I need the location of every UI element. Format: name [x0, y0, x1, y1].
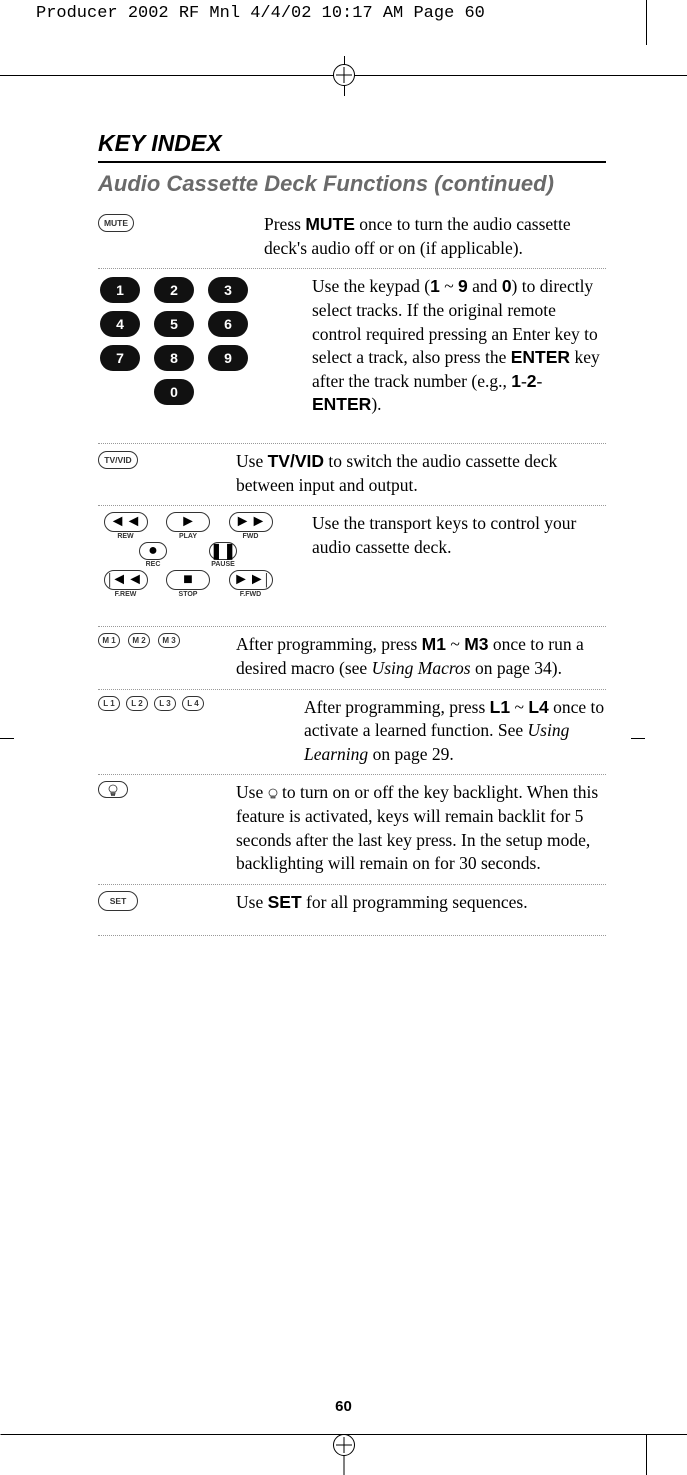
- section-title: KEY INDEX: [98, 130, 606, 157]
- registration-mark-icon: [333, 64, 355, 86]
- keypad-icon: 1 2 3 4 5 6 7 8 9 0: [98, 275, 288, 407]
- crop-mark-header: Producer 2002 RF Mnl 4/4/02 10:17 AM Pag…: [36, 4, 485, 23]
- key-7: 7: [100, 345, 140, 371]
- row-mute: MUTE Press MUTE once to turn the audio c…: [98, 207, 606, 269]
- rew-icon: ◄◄: [104, 512, 148, 532]
- crop-mark: [646, 1435, 647, 1475]
- key-6: 6: [208, 311, 248, 337]
- tvvid-button-icon: TV/VID: [98, 451, 138, 469]
- l2-button-icon: L 2: [126, 696, 148, 711]
- tvvid-description: Use TV/VID to switch the audio cassette …: [228, 450, 606, 497]
- m3-button-icon: M 3: [158, 633, 180, 648]
- set-button-icon: SET: [98, 891, 138, 911]
- row-set: SET Use SET for all programming sequence…: [98, 885, 606, 936]
- m1-button-icon: M 1: [98, 633, 120, 648]
- registration-mark-icon: [333, 1434, 355, 1456]
- key-4: 4: [100, 311, 140, 337]
- learn-description: After programming, press L1 ~ L4 once to…: [268, 696, 606, 767]
- light-button-icon: [98, 781, 128, 798]
- fwd-icon: ►►: [229, 512, 273, 532]
- crop-mark: [631, 738, 645, 739]
- rule: [98, 161, 606, 163]
- subsection-title: Audio Cassette Deck Functions (continued…: [98, 171, 606, 197]
- row-learn: L 1 L 2 L 3 L 4 After programming, press…: [98, 690, 606, 776]
- row-tvvid: TV/VID Use TV/VID to switch the audio ca…: [98, 444, 606, 506]
- key-9: 9: [208, 345, 248, 371]
- key-5: 5: [154, 311, 194, 337]
- macros-description: After programming, press M1 ~ M3 once to…: [228, 633, 606, 680]
- row-keypad: 1 2 3 4 5 6 7 8 9 0 Use the keypad (1 ~ …: [98, 269, 606, 444]
- crop-mark: [646, 0, 647, 45]
- key-8: 8: [154, 345, 194, 371]
- key-2: 2: [154, 277, 194, 303]
- row-transport: ◄◄REW ►PLAY ►►FWD ●REC ❚❚PAUSE |◄◄F.REW …: [98, 506, 606, 627]
- l4-button-icon: L 4: [182, 696, 204, 711]
- light-description: Use to turn on or off the key backlight.…: [228, 781, 606, 876]
- stop-icon: ■: [166, 570, 210, 590]
- frew-icon: |◄◄: [104, 570, 148, 590]
- key-1: 1: [100, 277, 140, 303]
- l1-button-icon: L 1: [98, 696, 120, 711]
- transport-keys-icon: ◄◄REW ►PLAY ►►FWD ●REC ❚❚PAUSE |◄◄F.REW …: [98, 512, 278, 598]
- ffwd-icon: ►►|: [229, 570, 273, 590]
- m2-button-icon: M 2: [128, 633, 150, 648]
- rec-icon: ●: [139, 542, 167, 560]
- crop-mark: [0, 738, 14, 739]
- mute-description: Press MUTE once to turn the audio casset…: [256, 213, 606, 260]
- row-macros: M 1 M 2 M 3 After programming, press M1 …: [98, 627, 606, 689]
- set-description: Use SET for all programming sequences.: [228, 891, 606, 915]
- l3-button-icon: L 3: [154, 696, 176, 711]
- page-number: 60: [335, 1398, 352, 1415]
- mute-button-icon: MUTE: [98, 214, 134, 232]
- page-content: KEY INDEX Audio Cassette Deck Functions …: [98, 130, 606, 936]
- pause-icon: ❚❚: [209, 542, 237, 560]
- play-icon: ►: [166, 512, 210, 532]
- key-3: 3: [208, 277, 248, 303]
- key-0: 0: [154, 379, 194, 405]
- keypad-description: Use the keypad (1 ~ 9 and 0) to directly…: [288, 275, 606, 417]
- row-light: Use to turn on or off the key backlight.…: [98, 775, 606, 885]
- transport-description: Use the transport keys to control your a…: [288, 512, 606, 559]
